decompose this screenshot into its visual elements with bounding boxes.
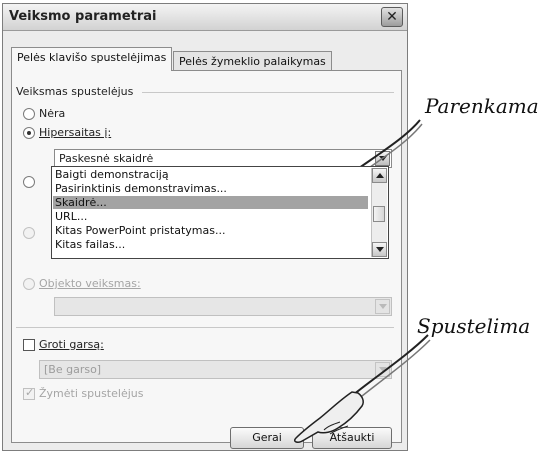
- hyperlink-target-value: Paskesnė skaidrė: [59, 152, 154, 165]
- highlight-click-label: Žymėti spustelėjus: [39, 387, 144, 400]
- scroll-up-icon[interactable]: [372, 168, 387, 183]
- tab-mouse-over[interactable]: Pelės žymeklio palaikymas: [173, 51, 332, 72]
- play-sound-checkbox[interactable]: [23, 339, 35, 351]
- annotation-choose: Parenkama: [425, 94, 539, 118]
- radio-hyperlink-label: Hipersaitas į:: [39, 126, 112, 139]
- close-icon: ✕: [386, 9, 398, 25]
- title-bar[interactable]: Veiksmo parametrai ✕: [3, 4, 407, 31]
- pointing-hand-icon: [293, 334, 431, 443]
- dialog-title: Veiksmo parametrai: [9, 9, 157, 24]
- radio-run-program[interactable]: [23, 176, 35, 188]
- hyperlink-dropdown-list[interactable]: Baigti demonstraciją Pasirinktinis demon…: [51, 166, 389, 259]
- dropdown-option[interactable]: Kitas failas...: [55, 238, 125, 251]
- dropdown-option[interactable]: Kitas PowerPoint pristatymas...: [55, 224, 225, 237]
- dropdown-scrollbar[interactable]: [371, 168, 387, 257]
- radio-object-action[interactable]: [23, 278, 35, 290]
- dropdown-option[interactable]: URL...: [55, 210, 87, 223]
- close-button[interactable]: ✕: [381, 7, 403, 27]
- highlight-click-checkbox[interactable]: ✓: [23, 386, 35, 400]
- checkmark-icon: ✓: [25, 386, 35, 399]
- radio-none-label: Nėra: [39, 107, 66, 120]
- section-divider: [16, 327, 394, 328]
- scroll-down-icon[interactable]: [372, 242, 387, 257]
- radio-object-action-label: Objekto veiksmas:: [39, 277, 141, 290]
- tab-mouse-click[interactable]: Pelės klavišo spustelėjimas: [11, 47, 173, 71]
- radio-selected-dot: [27, 131, 31, 135]
- radio-none[interactable]: [23, 108, 35, 120]
- dropdown-option-selected[interactable]: Skaidrė...: [53, 196, 368, 209]
- object-action-select[interactable]: [54, 297, 392, 316]
- radio-run-macro[interactable]: [23, 227, 35, 239]
- tab-mouse-over-label: Pelės žymeklio palaikymas: [179, 55, 326, 68]
- tab-mouse-click-label: Pelės klavišo spustelėjimas: [17, 51, 167, 64]
- sound-value: [Be garso]: [44, 363, 102, 376]
- chevron-down-icon[interactable]: [375, 299, 390, 314]
- radio-hyperlink[interactable]: [23, 127, 35, 139]
- dropdown-option[interactable]: Baigti demonstraciją: [55, 168, 169, 181]
- group-divider: [142, 92, 394, 93]
- play-sound-label: Groti garsą:: [39, 338, 104, 351]
- group-label-action-on-click: Veiksmas spustelėjus: [16, 85, 134, 98]
- scroll-thumb[interactable]: [373, 206, 385, 222]
- dropdown-option[interactable]: Pasirinktinis demonstravimas...: [55, 182, 227, 195]
